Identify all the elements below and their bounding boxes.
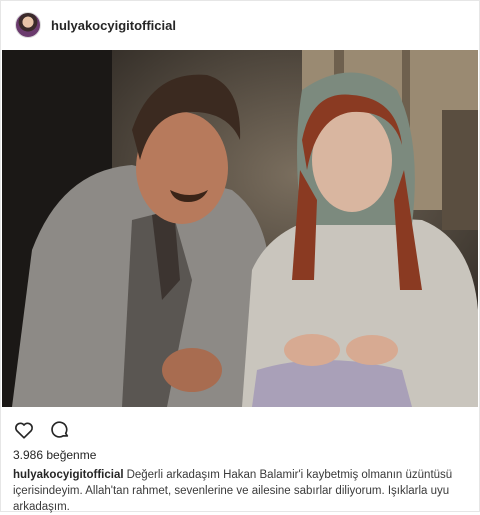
caption-username[interactable]: hulyakocyigitofficial	[13, 469, 124, 481]
instagram-post: hulyakocyigitofficial 3.986 beğenme huly…	[0, 0, 480, 515]
comment-icon[interactable]	[49, 419, 71, 441]
heart-icon[interactable]	[13, 419, 35, 441]
avatar[interactable]	[15, 12, 41, 38]
header-username[interactable]: hulyakocyigitofficial	[51, 18, 176, 33]
film-still-image	[2, 50, 478, 407]
action-bar	[13, 417, 85, 443]
post-photo[interactable]	[2, 50, 478, 407]
post-header: hulyakocyigitofficial	[1, 1, 479, 49]
likes-count[interactable]: 3.986 beğenme	[13, 448, 96, 462]
post-caption: hulyakocyigitofficial Değerli arkadaşım H…	[13, 467, 469, 515]
